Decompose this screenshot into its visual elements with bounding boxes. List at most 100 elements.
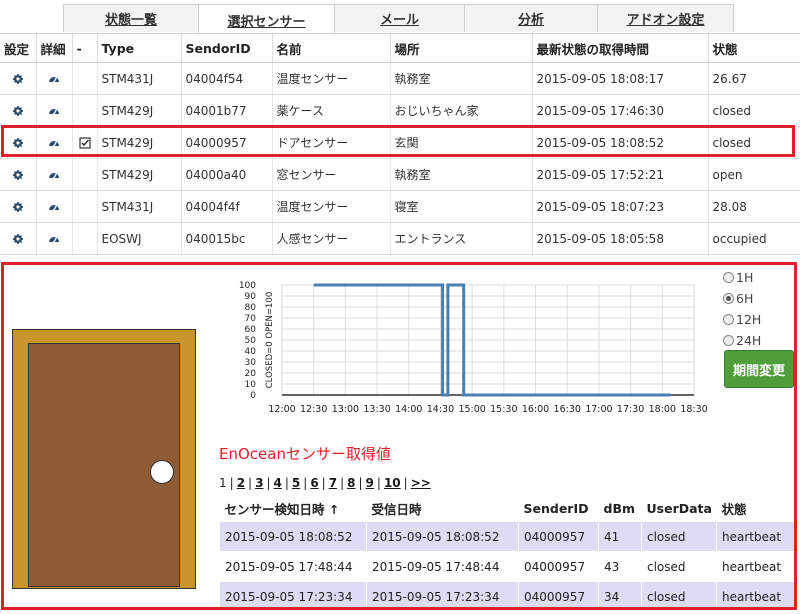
- period-option-12h[interactable]: 12H: [723, 309, 761, 330]
- log-user-data: closed: [641, 551, 717, 582]
- change-period-button[interactable]: 期間変更: [724, 350, 794, 388]
- sensor-row[interactable]: EOSWJ 040015bc 人感センサー エントランス 2015-09-05 18:0…: [0, 222, 800, 255]
- log-received-time: 2015-09-05 17:23:34: [366, 581, 519, 607]
- log-state: heartbeat: [716, 521, 794, 552]
- pager-link[interactable]: 6: [310, 476, 318, 490]
- y-tick-label: 40: [245, 347, 257, 357]
- sensor-type: STM429J: [97, 126, 182, 159]
- sensor-row[interactable]: STM431J 04004f54 温度センサー 執務室 2015-09-05 18:08…: [0, 62, 800, 95]
- x-tick-label: 13:30: [363, 404, 390, 415]
- settings-gear-icon[interactable]: [0, 222, 37, 255]
- select-cell[interactable]: [72, 94, 98, 127]
- period-option-1h[interactable]: 1H: [723, 267, 761, 288]
- log-user-data: closed: [641, 581, 717, 607]
- details-gauge-icon[interactable]: [36, 126, 73, 159]
- sensor-name: 温度センサー: [272, 190, 391, 223]
- sensor-place: 寝室: [390, 190, 533, 223]
- pager-link[interactable]: 8: [347, 476, 355, 490]
- pager-separator: |: [376, 476, 381, 490]
- select-cell[interactable]: [72, 62, 98, 95]
- sensor-id: 04001b77: [181, 94, 273, 127]
- details-gauge-icon[interactable]: [36, 94, 73, 127]
- select-cell[interactable]: [72, 158, 98, 191]
- log-col-detect-time[interactable]: センサー検知日時 ↑: [220, 495, 367, 522]
- settings-gear-icon[interactable]: [0, 158, 37, 191]
- state-chart: 100908070605040302010012:00 12:30 13:00 13:…: [239, 281, 708, 415]
- sensor-row[interactable]: STM429J 04001b77 薬ケース おじいちゃん家 2015-09-05 17:…: [0, 94, 800, 127]
- sensor-name: ドアセンサー: [272, 126, 391, 159]
- period-option-24h[interactable]: 24H: [723, 330, 761, 351]
- log-table: センサー検知日時 ↑ 受信日時 SenderID dBm UserData 状態…: [219, 495, 795, 607]
- tab-status-list[interactable]: 状態一覧: [63, 4, 199, 32]
- x-tick-label: 15:00: [458, 404, 485, 415]
- sensor-row[interactable]: STM429J 04000a40 窓センサー 執務室 2015-09-05 17:52:…: [0, 158, 800, 191]
- sensor-last-time: 2015-09-05 18:08:52: [532, 126, 709, 159]
- log-state: heartbeat: [716, 551, 794, 582]
- x-tick-label: 18:00: [649, 404, 676, 415]
- sensor-state: occupied: [708, 222, 800, 255]
- sensor-row[interactable]: STM429J 04000957 ドアセンサー 玄関 2015-09-05 18:08:…: [0, 126, 800, 159]
- sensor-last-time: 2015-09-05 17:52:21: [532, 158, 709, 191]
- pager-link[interactable]: 7: [329, 476, 337, 490]
- radio-button[interactable]: [723, 314, 734, 325]
- details-gauge-icon[interactable]: [36, 190, 73, 223]
- settings-gear-icon[interactable]: [0, 62, 37, 95]
- log-row: 2015-09-05 17:48:44 2015-09-05 17:48:44 04…: [219, 551, 794, 582]
- pager-separator: |: [229, 476, 234, 490]
- col-select: -: [72, 34, 98, 63]
- x-tick-label: 17:30: [617, 404, 644, 415]
- pager-link[interactable]: 5: [292, 476, 300, 490]
- tab-selected-sensor[interactable]: 選択センサー: [198, 4, 335, 35]
- details-gauge-icon[interactable]: [36, 222, 73, 255]
- radio-button[interactable]: [723, 335, 734, 346]
- radio-button[interactable]: [723, 272, 734, 283]
- pager-link[interactable]: 4: [274, 476, 282, 490]
- sensor-type: STM429J: [97, 158, 182, 191]
- settings-gear-icon[interactable]: [0, 190, 37, 223]
- x-tick-label: 18:30: [680, 404, 707, 415]
- tab-bar: 状態一覧 選択センサー メール 分析 アドオン設定: [63, 4, 737, 35]
- settings-gear-icon[interactable]: [0, 126, 37, 159]
- details-gauge-icon[interactable]: [36, 158, 73, 191]
- sensor-place: 執務室: [390, 158, 533, 191]
- select-cell[interactable]: [72, 190, 98, 223]
- pager-link[interactable]: 2: [237, 476, 245, 490]
- sensor-last-time: 2015-09-05 17:46:30: [532, 94, 709, 127]
- tab-mail[interactable]: メール: [334, 4, 465, 32]
- y-axis-label: CLOSED=0 OPEN=100: [265, 292, 275, 389]
- sensor-row[interactable]: STM431J 04004f4f 温度センサー 寝室 2015-09-05 18:07:…: [0, 190, 800, 223]
- pager-link[interactable]: 10: [384, 476, 401, 490]
- sensor-place: 玄関: [390, 126, 533, 159]
- col-state: 状態: [708, 34, 800, 63]
- radio-button[interactable]: [723, 293, 734, 304]
- details-gauge-icon[interactable]: [36, 62, 73, 95]
- pager-separator: |: [403, 476, 408, 490]
- period-label: 12H: [736, 312, 762, 327]
- selected-checkbox-icon[interactable]: [72, 126, 98, 159]
- pager-link[interactable]: 3: [255, 476, 263, 490]
- sensor-id: 040015bc: [181, 222, 273, 255]
- pager-link[interactable]: >>: [411, 476, 431, 490]
- log-table-header: センサー検知日時 ↑ 受信日時 SenderID dBm UserData 状態: [220, 495, 795, 522]
- period-option-6h[interactable]: 6H: [723, 288, 761, 309]
- sensor-state: closed: [708, 94, 800, 127]
- tab-addon-settings[interactable]: アドオン設定: [597, 4, 734, 32]
- x-tick-label: 12:30: [300, 404, 327, 415]
- y-tick-label: 90: [245, 292, 257, 302]
- y-tick-label: 100: [239, 281, 256, 291]
- sensor-last-time: 2015-09-05 18:07:23: [532, 190, 709, 223]
- log-dbm: 43: [598, 551, 642, 582]
- sensor-id: 04004f4f: [181, 190, 273, 223]
- x-tick-label: 14:00: [395, 404, 422, 415]
- pager-link[interactable]: 9: [366, 476, 374, 490]
- sensor-name: 薬ケース: [272, 94, 391, 127]
- tab-analysis[interactable]: 分析: [464, 4, 598, 32]
- period-label: 1H: [736, 270, 754, 285]
- sensor-state: 26.67: [708, 62, 800, 95]
- select-cell[interactable]: [72, 222, 98, 255]
- settings-gear-icon[interactable]: [0, 94, 37, 127]
- sensor-last-time: 2015-09-05 18:08:17: [532, 62, 709, 95]
- x-tick-label: 15:30: [490, 404, 517, 415]
- sensor-place: おじいちゃん家: [390, 94, 533, 127]
- sensor-name: 温度センサー: [272, 62, 391, 95]
